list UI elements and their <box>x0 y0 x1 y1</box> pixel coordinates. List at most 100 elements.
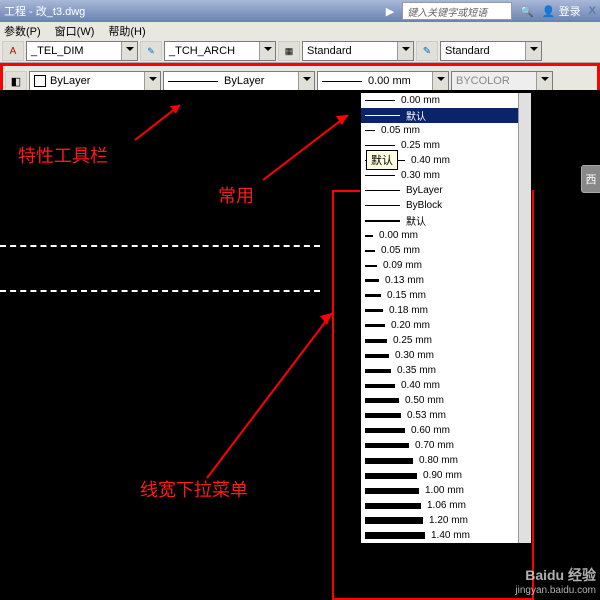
lineweight-sample <box>365 265 377 267</box>
chevron-down-icon[interactable] <box>536 72 552 90</box>
lineweight-sample <box>365 279 379 282</box>
lineweight-option[interactable]: 默认 <box>361 108 531 123</box>
lineweight-label: 1.20 mm <box>429 515 468 526</box>
lineweight-sample <box>365 130 375 131</box>
text-style-combo[interactable]: Standard <box>440 41 542 61</box>
lineweight-option[interactable]: ByBlock <box>361 198 531 213</box>
menu-bar: 参数(P) 窗口(W) 帮助(H) <box>0 22 600 40</box>
lineweight-option[interactable]: 1.40 mm <box>361 528 531 543</box>
lineweight-option[interactable]: ByLayer <box>361 183 531 198</box>
login-link[interactable]: 👤 登录 <box>542 3 581 19</box>
lineweight-sample <box>365 517 423 524</box>
lineweight-option[interactable]: 默认 <box>361 213 531 228</box>
user-icon: 👤 <box>542 6 556 18</box>
lineweight-option[interactable]: 0.15 mm <box>361 288 531 303</box>
search-input[interactable]: 键入关键字或短语 <box>402 2 512 20</box>
annotation-props-toolbar: 特性工具栏 <box>18 142 108 168</box>
chevron-down-icon[interactable] <box>259 42 275 60</box>
menu-window[interactable]: 窗口(W) <box>55 23 95 39</box>
plotstyle-combo[interactable]: BYCOLOR <box>451 71 553 91</box>
lineweight-label: 0.53 mm <box>407 410 446 421</box>
text-style-icon[interactable]: ✎ <box>416 41 438 61</box>
dim-style-combo[interactable]: _TEL_DIM <box>26 41 138 61</box>
lineweight-label: 1.06 mm <box>427 500 466 511</box>
lineweight-label: ByBlock <box>406 200 442 211</box>
lineweight-option[interactable]: 0.05 mm <box>361 243 531 258</box>
window-title: 工程 - 改_t3.dwg <box>4 3 85 19</box>
lineweight-label: 0.20 mm <box>391 320 430 331</box>
lineweight-sample <box>365 309 383 312</box>
chevron-down-icon[interactable] <box>525 42 541 60</box>
lineweight-sample <box>365 488 419 494</box>
lineweight-sample <box>365 175 395 176</box>
lineweight-option[interactable]: 0.60 mm <box>361 423 531 438</box>
lineweight-option[interactable]: 1.06 mm <box>361 498 531 513</box>
drawing-line <box>0 290 320 292</box>
lineweight-option[interactable]: 0.09 mm <box>361 258 531 273</box>
chevron-down-icon[interactable] <box>432 72 448 90</box>
lineweight-option[interactable]: 0.53 mm <box>361 408 531 423</box>
lineweight-sample <box>365 443 409 448</box>
lineweight-option[interactable]: 0.50 mm <box>361 393 531 408</box>
lineweight-option[interactable]: 0.90 mm <box>361 468 531 483</box>
chevron-down-icon[interactable] <box>144 72 160 90</box>
lineweight-option[interactable]: 0.30 mm <box>361 348 531 363</box>
lineweight-label: 0.00 mm <box>401 95 440 106</box>
lineweight-sample <box>365 115 400 116</box>
lineweight-label: 0.18 mm <box>389 305 428 316</box>
mleader-style-icon[interactable]: ✎ <box>140 41 162 61</box>
lineweight-sample <box>365 458 413 464</box>
chevron-down-icon[interactable] <box>121 42 137 60</box>
lineweight-label: 0.60 mm <box>411 425 450 436</box>
lineweight-option[interactable]: 0.80 mm <box>361 453 531 468</box>
lineweight-option[interactable]: 0.13 mm <box>361 273 531 288</box>
watermark: Baidu 经验 jingyan.baidu.com <box>515 565 596 596</box>
lineweight-option[interactable]: 0.35 mm <box>361 363 531 378</box>
lineweight-sample <box>365 250 375 252</box>
annotation-lw-dropdown: 线宽下拉菜单 <box>140 476 248 502</box>
dim-style-icon[interactable]: A <box>2 41 24 61</box>
lineweight-sample <box>365 428 405 433</box>
color-combo[interactable]: ByLayer <box>29 71 161 91</box>
lineweight-option[interactable]: 0.70 mm <box>361 438 531 453</box>
lineweight-label: 默认 <box>406 108 426 123</box>
lineweight-option[interactable]: 1.20 mm <box>361 513 531 528</box>
lineweight-option[interactable]: 1.00 mm <box>361 483 531 498</box>
lineweight-option[interactable]: 0.18 mm <box>361 303 531 318</box>
side-tab-west[interactable]: 西 <box>581 165 600 193</box>
lineweight-option[interactable]: 0.25 mm <box>361 333 531 348</box>
color-icon[interactable]: ◧ <box>5 71 27 91</box>
table-style-icon[interactable]: ▦ <box>278 41 300 61</box>
lineweight-sample <box>365 398 399 403</box>
lineweight-label: 0.40 mm <box>411 155 450 166</box>
dropdown-scrollbar[interactable] <box>518 93 531 543</box>
table-style-combo[interactable]: Standard <box>302 41 414 61</box>
lineweight-label: 0.30 mm <box>395 350 434 361</box>
lineweight-combo[interactable]: 0.00 mm <box>317 71 449 91</box>
menu-help[interactable]: 帮助(H) <box>108 23 145 39</box>
lineweight-sample <box>365 145 395 146</box>
lineweight-option[interactable]: 0.00 mm <box>361 93 531 108</box>
lineweight-label: ByLayer <box>406 185 443 196</box>
lineweight-sample <box>365 324 385 327</box>
lineweight-option[interactable]: 0.05 mm <box>361 123 531 138</box>
lineweight-label: 0.40 mm <box>401 380 440 391</box>
lineweight-label: 0.05 mm <box>381 125 420 136</box>
lineweight-label: 1.40 mm <box>431 530 470 541</box>
drawing-line <box>0 245 320 247</box>
lineweight-label: 0.35 mm <box>397 365 436 376</box>
lineweight-sample <box>365 384 395 388</box>
chevron-down-icon[interactable] <box>397 42 413 60</box>
linetype-combo[interactable]: ByLayer <box>163 71 315 91</box>
mleader-style-combo[interactable]: _TCH_ARCH <box>164 41 276 61</box>
lineweight-option[interactable]: 0.30 mm <box>361 168 531 183</box>
chevron-down-icon[interactable] <box>298 72 314 90</box>
lineweight-label: 1.00 mm <box>425 485 464 496</box>
binoculars-icon[interactable]: 🔍 <box>520 5 534 18</box>
lineweight-option[interactable]: 0.20 mm <box>361 318 531 333</box>
lineweight-option[interactable]: 0.40 mm <box>361 378 531 393</box>
lineweight-option[interactable]: 0.00 mm <box>361 228 531 243</box>
close-x-icon[interactable]: X <box>589 5 596 17</box>
lineweight-sample <box>365 339 387 343</box>
menu-params[interactable]: 参数(P) <box>4 23 41 39</box>
